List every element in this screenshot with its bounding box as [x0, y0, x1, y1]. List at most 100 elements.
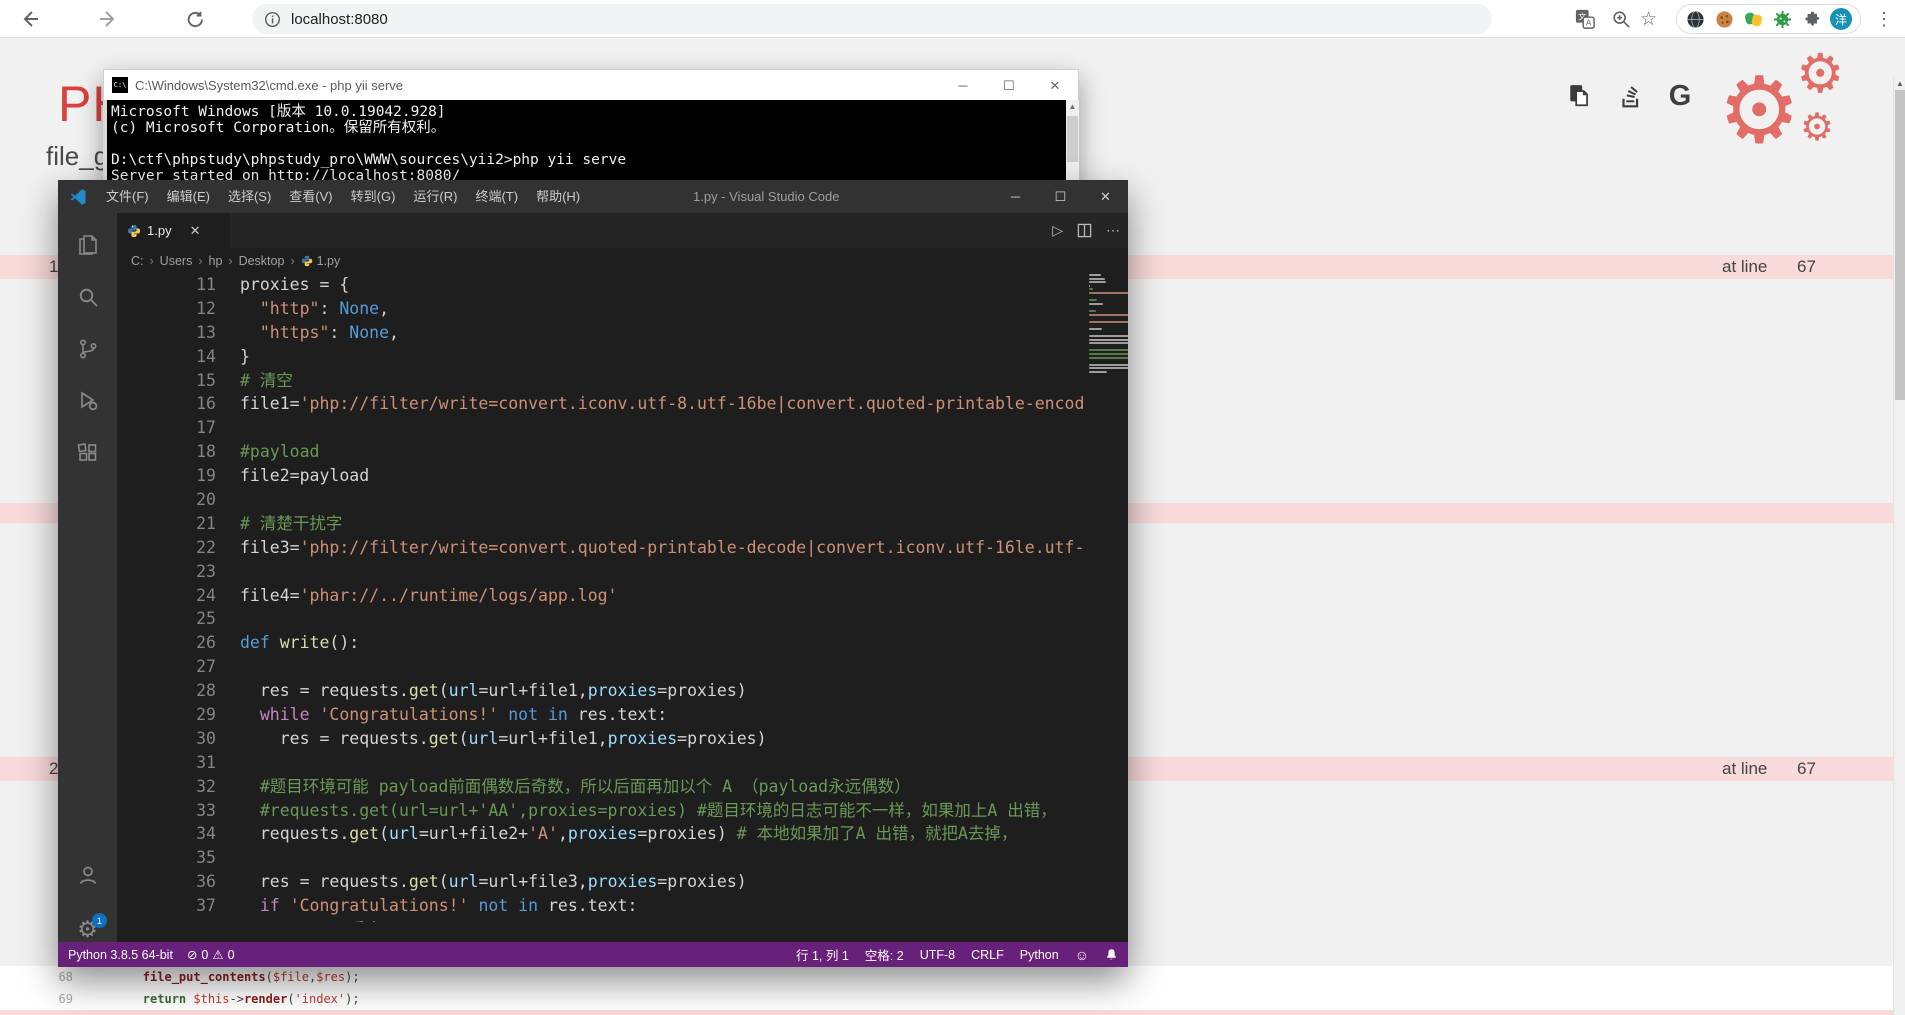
extensions-icon[interactable] [58, 431, 117, 475]
code-line[interactable]: 11proxies = { [117, 273, 1128, 297]
problems-status[interactable]: ⊘ 0 ⚠ 0 [187, 947, 235, 962]
status-item[interactable]: CRLF [971, 945, 1004, 964]
maximize-button[interactable]: ☐ [986, 70, 1032, 101]
code-line[interactable]: 26def write(): [117, 631, 1128, 655]
code-line[interactable]: 27 [117, 655, 1128, 679]
browser-menu-icon[interactable]: ⋮ [1869, 9, 1899, 30]
token: =url+file3, [478, 872, 587, 891]
code-line[interactable]: 13 "https": None, [117, 321, 1128, 345]
zoom-icon[interactable] [1611, 9, 1631, 29]
token: file1= [240, 394, 300, 413]
minimap[interactable] [1089, 274, 1128, 384]
darkmode-extension-icon[interactable] [1685, 9, 1705, 29]
reload-button[interactable] [183, 7, 207, 31]
virus-extension-icon[interactable] [1772, 9, 1792, 29]
google-search-icon[interactable]: G [1665, 81, 1695, 111]
feedback-smiley-icon[interactable]: ☺ [1075, 947, 1089, 963]
code-line[interactable]: 16file1='php://filter/write=convert.icon… [117, 392, 1128, 416]
code-line[interactable]: 20 [117, 488, 1128, 512]
code-editor[interactable]: 11proxies = {12 "http": None,13 "https":… [117, 273, 1128, 922]
menu-item[interactable]: 编辑(E) [158, 180, 219, 213]
code-line[interactable]: 32 #题目环境可能 payload前面偶数后奇数，所以后面再加以个 A （pa… [117, 775, 1128, 799]
explorer-icon[interactable] [58, 223, 117, 267]
code-line[interactable]: 14} [117, 345, 1128, 369]
code-line[interactable]: 18#payload [117, 440, 1128, 464]
menu-item[interactable]: 转到(G) [342, 180, 405, 213]
scrollbar-thumb[interactable] [1067, 116, 1078, 162]
vscode-titlebar[interactable]: 文件(F)编辑(E)选择(S)查看(V)转到(G)运行(R)终端(T)帮助(H)… [58, 180, 1128, 213]
status-item[interactable]: UTF-8 [920, 945, 955, 964]
copy-icon[interactable] [1565, 81, 1595, 111]
profile-avatar[interactable]: 洋 [1830, 8, 1852, 30]
code-line[interactable]: 23 [117, 560, 1128, 584]
code-line[interactable]: 33 #requests.get(url=url+'AA',proxies=pr… [117, 799, 1128, 823]
status-item[interactable]: 空格: 2 [865, 945, 904, 964]
minimize-button[interactable]: ─ [993, 180, 1038, 213]
search-icon[interactable] [58, 275, 117, 319]
gear-icon: ⚙ [1800, 109, 1834, 147]
run-file-icon[interactable]: ▷ [1052, 222, 1063, 239]
stackoverflow-icon[interactable] [1615, 81, 1645, 111]
scrollbar-thumb[interactable] [1895, 90, 1905, 400]
scroll-up-icon[interactable]: ▲ [1066, 100, 1079, 114]
translate-icon[interactable]: 文A [1575, 9, 1595, 29]
tab-1py[interactable]: 1.py ✕ [117, 213, 230, 248]
code-line[interactable]: 30 res = requests.get(url=url+file1,prox… [117, 727, 1128, 751]
menu-item[interactable]: 帮助(H) [527, 180, 589, 213]
breadcrumb-item[interactable]: hp [209, 254, 223, 268]
menu-item[interactable]: 运行(R) [404, 180, 466, 213]
account-icon[interactable] [58, 853, 117, 897]
source-control-icon[interactable] [58, 327, 117, 371]
menu-item[interactable]: 终端(T) [466, 180, 527, 213]
code-line[interactable]: 37 if 'Congratulations!' not in res.text… [117, 894, 1128, 918]
forward-button[interactable] [96, 7, 120, 31]
scroll-up-icon[interactable]: ▲ [1894, 78, 1905, 90]
masks-extension-icon[interactable] [1743, 9, 1763, 29]
status-item[interactable]: 行 1, 列 1 [796, 945, 849, 964]
close-button[interactable]: ✕ [1083, 180, 1128, 213]
code-line[interactable]: 22file3='php://filter/write=convert.quot… [117, 536, 1128, 560]
back-button[interactable] [18, 7, 42, 31]
code-line[interactable]: 24file4='phar://../runtime/logs/app.log' [117, 584, 1128, 608]
puzzle-extension-icon[interactable] [1801, 9, 1821, 29]
site-info-icon[interactable] [264, 11, 281, 28]
breadcrumb-item[interactable]: C: [131, 254, 144, 268]
breadcrumb-item[interactable]: Desktop [239, 254, 285, 268]
code-line[interactable]: 29 while 'Congratulations!' not in res.t… [117, 703, 1128, 727]
breadcrumb-item[interactable]: 1.py [317, 254, 341, 268]
menu-item[interactable]: 选择(S) [219, 180, 280, 213]
code-line[interactable]: 36 res = requests.get(url=url+file3,prox… [117, 870, 1128, 894]
code-line[interactable]: 35 [117, 846, 1128, 870]
code-line[interactable]: 15# 清空 [117, 369, 1128, 393]
menu-item[interactable]: 查看(V) [280, 180, 341, 213]
code-line[interactable]: 12 "http": None, [117, 297, 1128, 321]
more-actions-icon[interactable]: ⋯ [1106, 222, 1120, 239]
maximize-button[interactable]: ☐ [1038, 180, 1083, 213]
code-line[interactable]: 17 [117, 416, 1128, 440]
page-scrollbar[interactable]: ▲ ▼ [1893, 78, 1905, 1015]
run-debug-icon[interactable] [58, 379, 117, 423]
split-editor-icon[interactable] [1077, 223, 1092, 238]
code-line[interactable]: 38 print('重来！！') [117, 918, 1128, 922]
notifications-bell-icon[interactable] [1105, 948, 1118, 961]
tab-close-icon[interactable]: ✕ [190, 223, 201, 239]
menu-item[interactable]: 文件(F) [97, 180, 158, 213]
bookmark-star-icon[interactable]: ☆ [1640, 8, 1657, 31]
code-line[interactable]: 31 [117, 751, 1128, 775]
code-line[interactable]: 19file2=payload [117, 464, 1128, 488]
code-line[interactable]: 21# 清楚干扰字 [117, 512, 1128, 536]
line-number: 26 [117, 631, 216, 655]
code-text: requests.get(url=url+file2+'A',proxies=p… [216, 822, 1017, 846]
minimize-button[interactable]: ─ [940, 70, 986, 101]
url-bar[interactable]: localhost:8080 [252, 4, 1492, 34]
cmd-titlebar[interactable]: C:\ C:\Windows\System32\cmd.exe - php yi… [103, 69, 1079, 100]
code-line[interactable]: 34 requests.get(url=url+file2+'A',proxie… [117, 822, 1128, 846]
code-line[interactable]: 25 [117, 607, 1128, 631]
code-line[interactable]: 28 res = requests.get(url=url+file1,prox… [117, 679, 1128, 703]
cookie-extension-icon[interactable] [1714, 9, 1734, 29]
token: # 清空 [240, 371, 293, 390]
status-item[interactable]: Python [1020, 945, 1059, 964]
close-button[interactable]: ✕ [1032, 70, 1078, 101]
breadcrumb-item[interactable]: Users [160, 254, 193, 268]
python-version-status[interactable]: Python 3.8.5 64-bit [68, 948, 173, 962]
